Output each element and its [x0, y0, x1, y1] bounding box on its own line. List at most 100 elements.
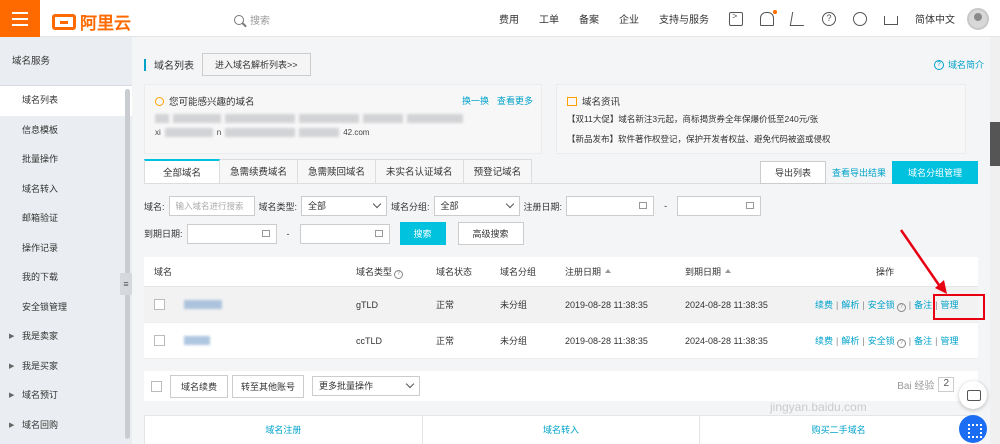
domain-tabs: 全部域名 急需续费域名 急需赎回域名 未实名认证域名 预登记域名 — [144, 159, 533, 184]
search-button[interactable]: 搜索 — [399, 222, 446, 245]
blurred-domain[interactable] — [225, 127, 296, 137]
refresh-link[interactable]: 换一换 — [462, 94, 489, 107]
blurred-domain[interactable] — [164, 127, 213, 137]
reg-date-start[interactable] — [566, 196, 655, 216]
sidebar-item-domain-list[interactable]: 域名列表 — [0, 86, 132, 116]
language-switch[interactable]: 简体中文 — [915, 11, 955, 26]
more-link[interactable]: 查看更多 — [497, 94, 533, 107]
tab-unverified[interactable]: 未实名认证域名 — [376, 159, 464, 184]
batch-transfer-button[interactable]: 转至其他账号 — [232, 374, 305, 398]
note-link[interactable]: 备注 — [914, 336, 932, 346]
export-button[interactable]: 导出列表 — [759, 161, 826, 184]
sidebar-item-templates[interactable]: 信息模板 — [0, 116, 132, 146]
page-number[interactable]: 2 — [938, 377, 954, 392]
type-select[interactable]: 全部 — [301, 196, 388, 216]
exp-date-end[interactable] — [299, 223, 390, 244]
sidebar-item-batch[interactable]: 批量操作 — [0, 145, 132, 175]
renew-link[interactable]: 续费 — [815, 300, 833, 310]
blurred-domain[interactable] — [407, 113, 463, 123]
sidebar-group-reserve[interactable]: ▶ 域名预订 — [0, 381, 132, 411]
sidebar-item-records[interactable]: 操作记录 — [0, 234, 132, 264]
news-line[interactable]: 【新品发布】软件著作权登记，保护开发者权益、避免代码被盗或侵权 — [567, 133, 831, 145]
col-reg-date[interactable]: 注册日期 — [565, 265, 612, 278]
col-exp-date[interactable]: 到期日期 — [685, 265, 732, 278]
transfer-in-link[interactable]: 域名转入 — [423, 416, 701, 444]
chat-icon[interactable] — [959, 381, 987, 409]
apps-icon[interactable] — [959, 415, 987, 443]
register-domain-link[interactable]: 域名注册 — [145, 416, 423, 444]
nav-support[interactable]: 支持与服务 — [659, 11, 709, 26]
manage-link[interactable]: 管理 — [940, 336, 958, 346]
nav-filing[interactable]: 备案 — [579, 11, 599, 26]
col-type[interactable]: 域名类型? — [356, 265, 404, 279]
sidebar-item-downloads[interactable]: 我的下载 — [0, 263, 132, 293]
sidebar-item-transfer-in[interactable]: 域名转入 — [0, 175, 132, 205]
sidebar-item-email-verify[interactable]: 邮箱验证 — [0, 204, 132, 234]
cell-group: 未分组 — [500, 336, 528, 346]
sidebar-item-lock-manage[interactable]: 安全锁管理 — [0, 293, 132, 323]
cell-group: 未分组 — [500, 300, 528, 310]
select-all-checkbox[interactable] — [151, 380, 162, 392]
aliyun-logo[interactable]: 阿里云 — [52, 9, 131, 34]
nav-tickets[interactable]: 工单 — [539, 11, 559, 26]
gift-icon — [567, 96, 577, 106]
row-checkbox[interactable] — [154, 335, 165, 346]
blurred-domain-name[interactable] — [184, 336, 210, 345]
help-icon[interactable]: ? — [822, 11, 836, 26]
avatar[interactable] — [967, 7, 989, 30]
resolve-link[interactable]: 解析 — [841, 300, 859, 310]
domain-intro-link[interactable]: ? 域名简介 — [933, 58, 984, 71]
blurred-domain[interactable] — [299, 127, 340, 137]
side-tab[interactable] — [990, 122, 1000, 166]
reg-date-end[interactable] — [677, 196, 762, 216]
suggested-domains-row — [155, 113, 463, 123]
tab-all[interactable]: 全部域名 — [144, 159, 221, 184]
nav-enterprise[interactable]: 企业 — [619, 11, 639, 26]
nav-fees[interactable]: 费用 — [499, 11, 519, 26]
blurred-domain[interactable] — [299, 113, 359, 123]
home-icon[interactable] — [884, 16, 898, 25]
exp-date-start[interactable] — [186, 223, 277, 244]
blurred-domain[interactable] — [173, 113, 221, 123]
sep: | — [836, 299, 839, 310]
renew-link[interactable]: 续费 — [815, 336, 833, 346]
buy-secondhand-link[interactable]: 购买二手域名 — [700, 416, 977, 444]
sidebar-scrollbar[interactable] — [125, 89, 130, 439]
row-actions: 续费 | 解析 | 安全锁? | 备注 | 管理 — [815, 334, 958, 348]
blurred-domain[interactable] — [155, 113, 169, 123]
sidebar-group-seller[interactable]: ▶ 我是卖家 — [0, 322, 132, 352]
tab-redeem-urgent[interactable]: 急需赎回域名 — [298, 159, 377, 184]
menu-icon[interactable] — [0, 0, 40, 37]
domain-search-input[interactable]: 输入域名进行搜索 — [168, 196, 255, 216]
tab-preregistered[interactable]: 预登记域名 — [463, 159, 533, 184]
global-search[interactable]: 搜索 — [234, 12, 270, 27]
interest-title: 您可能感兴趣的域名 — [155, 94, 255, 108]
sidebar-collapse-icon[interactable]: ≡ — [120, 273, 132, 295]
blurred-domain-name[interactable] — [184, 300, 222, 309]
cell-reg-date: 2019-08-28 11:38:35 — [565, 299, 648, 310]
advanced-search-button[interactable]: 高级搜索 — [457, 222, 524, 245]
dns-list-button[interactable]: 进入域名解析列表>> — [202, 53, 311, 76]
security-lock-link[interactable]: 安全锁 — [868, 336, 895, 346]
resolve-link[interactable]: 解析 — [841, 336, 859, 346]
batch-more-select[interactable]: 更多批量操作 — [312, 376, 421, 396]
row-checkbox[interactable] — [154, 299, 165, 310]
sep: | — [862, 335, 865, 346]
security-lock-link[interactable]: 安全锁 — [868, 300, 895, 310]
bell-icon[interactable] — [760, 9, 777, 26]
blurred-domain[interactable] — [363, 113, 403, 123]
cart-icon[interactable] — [789, 11, 807, 26]
batch-renew-button[interactable]: 域名续费 — [170, 374, 229, 398]
export-results-link[interactable]: 查看导出结果 — [832, 166, 886, 179]
news-line[interactable]: 【双11大促】域名新注3元起，商标揭货券全年保爆价低至240元/张 — [567, 113, 818, 125]
globe-icon[interactable] — [853, 11, 867, 26]
sidebar-group-buyer[interactable]: ▶ 我是买家 — [0, 352, 132, 382]
blurred-domain[interactable] — [225, 113, 295, 123]
sidebar-group-buyback[interactable]: ▶ 域名回购 — [0, 411, 132, 441]
note-link[interactable]: 备注 — [914, 300, 932, 310]
tab-renew-urgent[interactable]: 急需续费域名 — [220, 159, 299, 184]
terminal-icon[interactable] — [729, 11, 743, 26]
filter-row-1: 域名: 输入域名进行搜索 域名类型: 全部 域名分组: 全部 注册日期: - — [144, 196, 762, 216]
group-manage-button[interactable]: 域名分组管理 — [891, 161, 978, 184]
group-select[interactable]: 全部 — [433, 196, 520, 216]
